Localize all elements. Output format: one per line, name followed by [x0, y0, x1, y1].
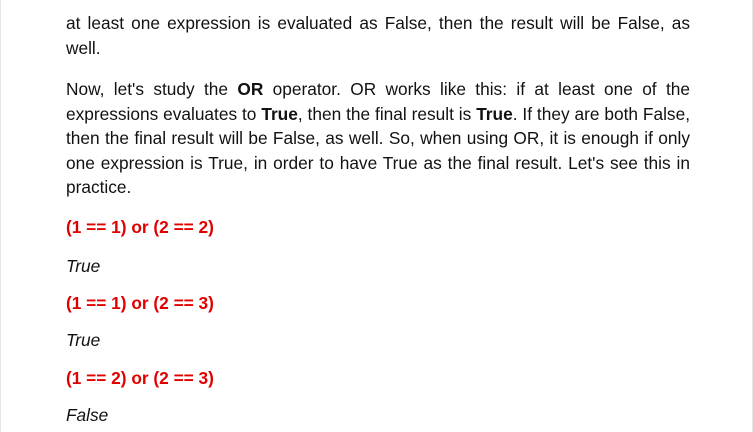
paragraph-text: at least one expression is evaluated as … [66, 13, 690, 58]
code-example-2: (1 == 1) or (2 == 3) [66, 293, 214, 313]
paragraph-or-operator: Now, let's study the OR operator. OR wor… [66, 77, 690, 200]
bold-true-keyword: True [261, 103, 298, 124]
code-example-3: (1 == 2) or (2 == 3) [66, 368, 214, 388]
paragraph-text-segment: , then the final result is [297, 103, 477, 124]
output-example-1: True [66, 256, 101, 276]
paragraph-text-segment: Now, let's study the [66, 79, 238, 99]
document-page: at least one expression is evaluated as … [0, 0, 753, 432]
output-example-3: False [66, 405, 109, 425]
bold-true-keyword: True [476, 103, 513, 124]
paragraph-and-summary: at least one expression is evaluated as … [66, 11, 690, 60]
output-example-2: True [66, 330, 101, 350]
bold-or-keyword: OR [237, 79, 264, 99]
code-example-1: (1 == 1) or (2 == 2) [66, 217, 214, 237]
